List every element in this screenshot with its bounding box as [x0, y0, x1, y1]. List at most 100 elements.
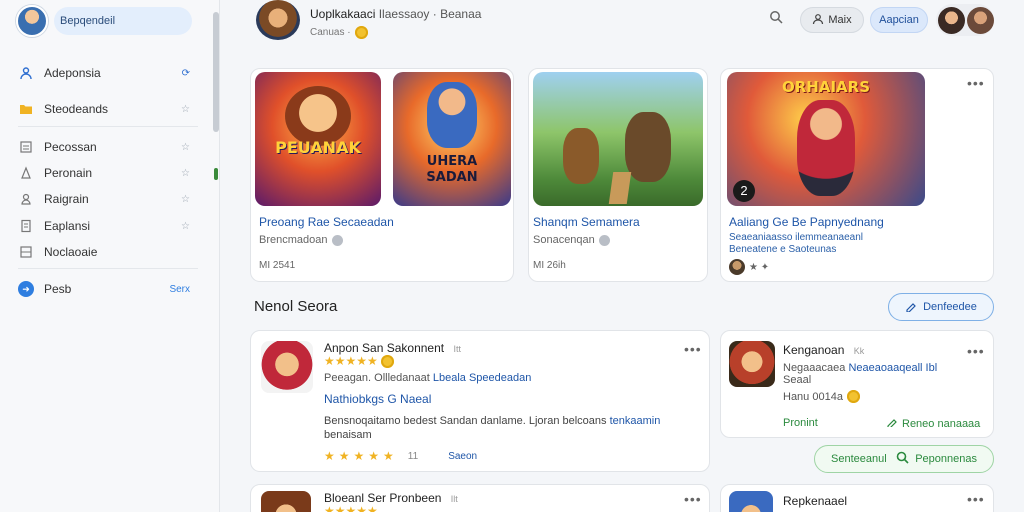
avatar[interactable]: [938, 6, 965, 34]
star-rating[interactable]: ★★★★★: [324, 449, 398, 463]
refresh-icon[interactable]: ⟳: [182, 68, 190, 79]
more-options-icon[interactable]: •••: [967, 491, 985, 507]
avatar[interactable]: [729, 259, 745, 275]
featured-card-0[interactable]: PEUANAK UHERA SADAN Preoang Rae Secaeada…: [250, 68, 514, 282]
list-item-line-b[interactable]: Neaeaoaaqeall Ibl: [848, 362, 937, 374]
list-item-desc-link[interactable]: tenkaamin: [610, 415, 661, 427]
list-item-line-3-text: Hanu 0014a: [783, 390, 843, 403]
card-subtitle-text: Sonacenqan: [533, 234, 595, 246]
primary-button[interactable]: Aapcian: [870, 7, 928, 33]
section-button[interactable]: Denfeedee: [888, 293, 994, 321]
sidebar-scrollbar[interactable]: [213, 12, 219, 132]
list-item[interactable]: Bloeanl Ser Pronbeen Ilt ★★★★★ •••: [250, 484, 710, 512]
star-icon[interactable]: ☆: [181, 221, 190, 232]
sidebar-search-placeholder: Bepqendeil: [60, 15, 116, 27]
list-item-link[interactable]: Nathiobkgs G Naeal: [324, 392, 431, 406]
star-rating: ★★★★★: [324, 504, 378, 512]
card-meta: ★ ✦: [749, 262, 770, 273]
more-options-icon[interactable]: •••: [967, 343, 985, 359]
sidebar-item-2[interactable]: Pecossan ☆: [18, 136, 190, 158]
list-item-action[interactable]: Pronint: [783, 417, 818, 429]
more-options-icon[interactable]: •••: [684, 491, 702, 507]
list-item-title[interactable]: Bloeanl Ser Pronbeen Ilt: [324, 491, 458, 505]
card-title[interactable]: Shanqm Semamera: [533, 215, 640, 229]
list-item-title[interactable]: Kenganoan Kk: [783, 343, 864, 357]
list-item-tag: Itt: [453, 344, 461, 354]
sidebar: Bepqendeil Adeponsia ⟳ Steodeands ☆ Peco…: [0, 0, 220, 512]
game-thumbnail[interactable]: [533, 72, 703, 206]
info-icon: ➜: [18, 281, 34, 297]
featured-card-2[interactable]: ORHAIARS 2 ••• Aaliang Ge Be Papnyednang…: [720, 68, 994, 282]
avatar[interactable]: [967, 6, 994, 34]
thumbnail-title: PEUANAK: [275, 138, 361, 157]
list-item-line-a: Negaaacaea: [783, 362, 846, 374]
avatar[interactable]: [261, 341, 313, 393]
sidebar-item-6[interactable]: Noclaoaie: [18, 241, 190, 263]
primary-button-label: Aapcian: [879, 14, 919, 26]
sidebar-item-0[interactable]: Adeponsia ⟳: [18, 62, 190, 84]
avatar[interactable]: [729, 341, 775, 387]
avatar[interactable]: [16, 5, 48, 37]
app-title-main: Uoplkakaaci: [310, 7, 376, 21]
page-subtitle: Canuas ·: [310, 26, 368, 39]
star-icon[interactable]: ☆: [181, 142, 190, 153]
sidebar-item-7[interactable]: ➜ Pesb Serx: [18, 278, 190, 300]
verified-icon: [331, 234, 343, 246]
sidebar-item-label: Peronain: [44, 166, 93, 180]
sidebar-item-label: Eaplansi: [44, 219, 91, 233]
game-thumbnail[interactable]: ORHAIARS 2: [727, 72, 925, 206]
rating-extra[interactable]: Saeon: [448, 451, 477, 462]
sidebar-item-1[interactable]: Steodeands ☆: [18, 98, 190, 120]
list-item-desc-text: Bensnoqaitamo bedest Sandan danlame. Ljo…: [324, 415, 607, 427]
card-subtitle-2: Beneatene e Saoteunas: [729, 244, 837, 255]
list-item-action-2-label: Reneo nanaaaa: [902, 417, 981, 430]
card-title[interactable]: Aaliang Ge Be Papnyednang: [729, 215, 884, 229]
rating-row: ★★★★★ 11 Saeon: [324, 449, 477, 463]
star-icon[interactable]: ☆: [181, 194, 190, 205]
more-options-icon[interactable]: •••: [967, 75, 985, 91]
search-icon[interactable]: [769, 10, 783, 28]
green-button-right[interactable]: Peponnenas: [896, 451, 977, 467]
list-item[interactable]: Anpon San Sakonnent Itt ★★★★★ Peeagan. O…: [250, 330, 710, 472]
list-item-action-2[interactable]: Reneo nanaaaa: [887, 417, 980, 430]
featured-card-1[interactable]: Shanqm Semamera Sonacenqan MI 26ih: [528, 68, 708, 282]
more-options-icon[interactable]: •••: [684, 341, 702, 357]
thumbnail-title: ORHAIARS: [781, 78, 870, 96]
list-item-tag: Ilt: [450, 494, 458, 504]
page-title: Uoplkakaaci Ilaessaoy · Beanaa: [310, 7, 481, 21]
game-thumbnail[interactable]: PEUANAK: [255, 72, 381, 206]
character-art: [625, 112, 671, 182]
user-icon: [18, 191, 34, 207]
sidebar-item-label: Pecossan: [44, 140, 97, 154]
user-button[interactable]: Maix: [800, 7, 864, 33]
user-button-label: Maix: [828, 14, 852, 26]
avatar[interactable]: [729, 491, 773, 512]
list-item-title[interactable]: Anpon San Sakonnent Itt: [324, 341, 461, 355]
green-action-button[interactable]: Senteeanul Peponnenas: [814, 445, 994, 473]
sidebar-item-4[interactable]: Raigrain ☆: [18, 188, 190, 210]
avatar-group[interactable]: [936, 4, 994, 36]
green-button-left[interactable]: Senteeanul: [831, 453, 887, 465]
sidebar-item-5[interactable]: Eaplansi ☆: [18, 215, 190, 237]
list-item-line-b[interactable]: Lbeala Speedeadan: [433, 372, 531, 384]
card-title[interactable]: Preoang Rae Secaeadan: [259, 215, 394, 229]
app-avatar[interactable]: [256, 0, 300, 40]
game-thumbnail[interactable]: UHERA SADAN: [393, 72, 511, 206]
sidebar-item-trail[interactable]: Serx: [169, 284, 190, 295]
sidebar-item-label: Steodeands: [44, 102, 109, 116]
doc-icon: [18, 218, 34, 234]
sidebar-item-3[interactable]: Peronain ☆: [18, 162, 190, 184]
avatar[interactable]: [261, 491, 311, 512]
list-item-title[interactable]: Repkenaael: [783, 494, 847, 508]
list-item[interactable]: Kenganoan Kk Negaaacaea Neaeaoaaqeall Ib…: [720, 330, 994, 438]
list-item[interactable]: Repkenaael •••: [720, 484, 994, 512]
star-icon[interactable]: ☆: [181, 168, 190, 179]
coin-icon: [846, 390, 860, 403]
card-meta: MI 2541: [259, 260, 296, 271]
sidebar-search-input[interactable]: Bepqendeil: [54, 7, 192, 35]
list-item-title-text: Anpon San Sakonnent: [324, 341, 445, 355]
star-icon[interactable]: ☆: [181, 104, 190, 115]
sidebar-item-label: Adeponsia: [44, 66, 101, 80]
rating-count: 11: [407, 450, 419, 462]
coin-icon: [354, 26, 368, 39]
